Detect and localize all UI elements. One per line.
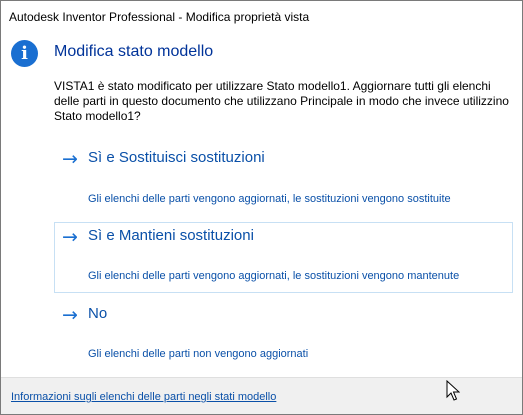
arrow-right-icon: →	[62, 304, 78, 326]
command-link-label: Sì e Sostituisci sostituzioni	[88, 149, 265, 166]
main-instruction: Modifica stato modello	[54, 43, 214, 60]
arrow-right-icon: →	[62, 226, 78, 248]
command-link-keep-overrides[interactable]: → Sì e Mantieni sostituzioni Gli elenchi…	[54, 222, 513, 293]
command-link-label: Sì e Mantieni sostituzioni	[88, 227, 254, 244]
info-icon: i	[11, 40, 38, 67]
command-link-note: Gli elenchi delle parti vengono aggiorna…	[88, 193, 451, 205]
command-link-note: Gli elenchi delle parti non vengono aggi…	[88, 348, 309, 360]
command-link-label: No	[88, 305, 108, 322]
dialog-content-text: VISTA1 è stato modificato per utilizzare…	[54, 79, 509, 123]
task-dialog: Autodesk Inventor Professional - Modific…	[0, 0, 523, 415]
mouse-pointer-icon	[446, 380, 460, 401]
arrow-right-icon: →	[62, 148, 78, 170]
title-bar[interactable]: Autodesk Inventor Professional - Modific…	[1, 1, 522, 32]
command-link-replace-overrides[interactable]: → Sì e Sostituisci sostituzioni Gli elen…	[54, 144, 513, 214]
window-title: Autodesk Inventor Professional - Modific…	[9, 10, 310, 24]
help-link[interactable]: Informazioni sugli elenchi delle parti n…	[11, 391, 276, 403]
command-link-note: Gli elenchi delle parti vengono aggiorna…	[88, 270, 460, 282]
dialog-footer: Informazioni sugli elenchi delle parti n…	[1, 377, 522, 414]
command-link-no[interactable]: → No Gli elenchi delle parti non vengono…	[54, 300, 513, 368]
